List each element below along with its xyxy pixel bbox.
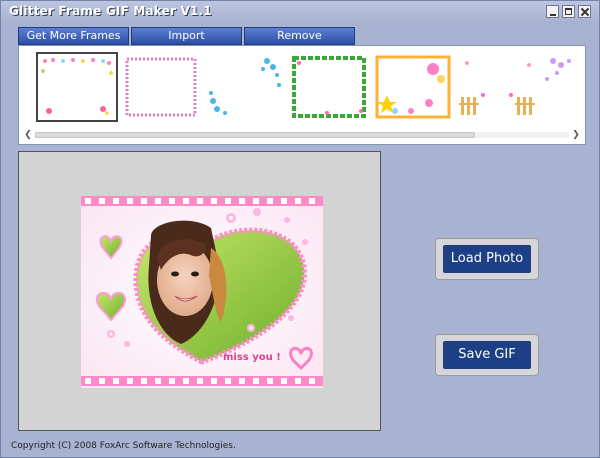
preview-area: miss you ! xyxy=(18,151,381,431)
window-title: Glitter Frame GIF Maker V1.1 xyxy=(9,4,212,18)
save-gif-button[interactable]: Save GIF xyxy=(435,334,539,376)
load-photo-button[interactable]: Load Photo xyxy=(435,238,539,280)
frame-thumb-1[interactable] xyxy=(36,52,118,122)
minimize-icon[interactable] xyxy=(546,5,559,18)
frame-thumb-4[interactable] xyxy=(291,55,367,119)
scroll-left-icon[interactable]: ❮ xyxy=(23,129,33,141)
copyright-text: Copyright (C) 2008 FoxArc Software Techn… xyxy=(11,441,236,451)
frame-strip-scrollbar[interactable]: ❮ ❯ xyxy=(23,128,581,142)
save-gif-label: Save GIF xyxy=(443,341,531,369)
load-photo-label: Load Photo xyxy=(443,245,531,273)
scroll-right-icon[interactable]: ❯ xyxy=(571,129,581,141)
maximize-icon[interactable] xyxy=(562,5,575,18)
frame-thumb-6[interactable] xyxy=(459,55,535,119)
app-window: Glitter Frame GIF Maker V1.1 Get More Fr… xyxy=(0,0,600,458)
frames-panel: Get More Frames Import Remove ❮ ❯ xyxy=(18,27,586,145)
close-icon[interactable] xyxy=(578,5,591,18)
title-bar[interactable]: Glitter Frame GIF Maker V1.1 xyxy=(1,1,599,23)
frame-thumb-7[interactable] xyxy=(543,55,583,119)
framed-photo: miss you ! xyxy=(81,196,323,388)
scroll-track[interactable] xyxy=(35,132,569,138)
frame-thumbnail-strip: ❮ ❯ xyxy=(18,45,586,145)
get-more-frames-button[interactable]: Get More Frames xyxy=(18,27,129,45)
remove-button[interactable]: Remove xyxy=(244,27,355,45)
frame-thumb-5[interactable] xyxy=(375,55,451,119)
scroll-thumb[interactable] xyxy=(35,132,475,138)
frame-thumb-2[interactable] xyxy=(123,55,199,119)
frame-thumb-3[interactable] xyxy=(207,55,283,119)
preview-caption: miss you ! xyxy=(223,352,281,363)
import-button[interactable]: Import xyxy=(131,27,242,45)
